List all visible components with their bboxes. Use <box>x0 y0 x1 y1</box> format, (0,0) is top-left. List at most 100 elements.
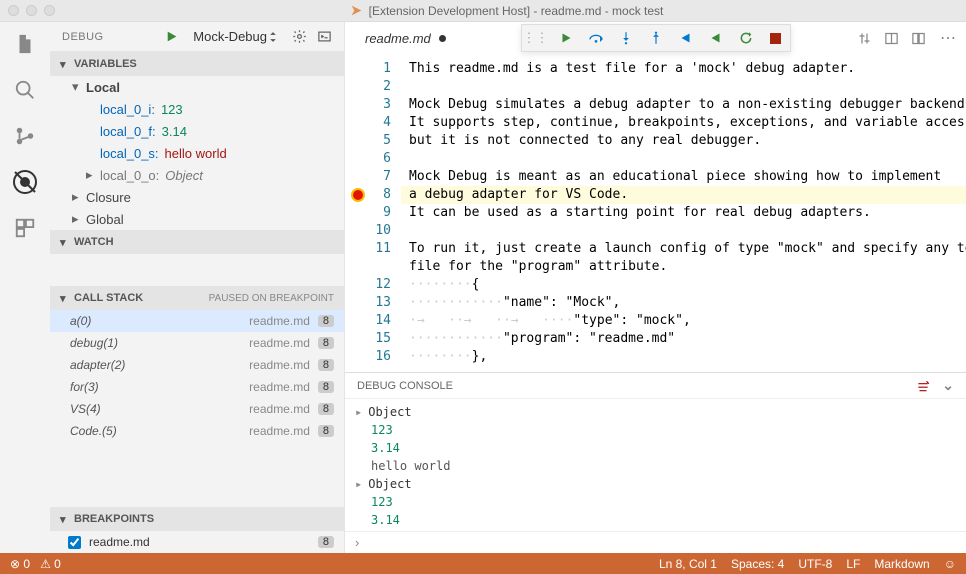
stack-frame[interactable]: for(3)readme.md8 <box>50 376 344 398</box>
start-debugging-button[interactable] <box>165 30 178 43</box>
stack-frame[interactable]: debug(1)readme.md8 <box>50 332 344 354</box>
section-variables-header[interactable]: ▾ VARIABLES <box>50 52 344 76</box>
variable-row[interactable]: local_0_s: hello world <box>50 142 344 164</box>
gutter-line[interactable]: 15 <box>345 330 391 348</box>
variable-row[interactable]: ▸local_0_o: Object <box>50 164 344 186</box>
status-warnings[interactable]: ⚠ 0 <box>40 557 61 571</box>
gutter-line[interactable]: 8 <box>345 186 391 204</box>
code-line[interactable] <box>401 222 966 240</box>
compare-icon[interactable] <box>857 31 872 46</box>
gutter-line[interactable]: 1 <box>345 60 391 78</box>
variable-row[interactable]: local_0_i: 123 <box>50 98 344 120</box>
status-encoding[interactable]: UTF-8 <box>798 557 832 571</box>
code-line[interactable]: ········{ <box>401 276 966 294</box>
console-row[interactable]: ▸Object <box>355 475 956 493</box>
gutter-line[interactable]: 16 <box>345 348 391 366</box>
code-line[interactable]: file for the "program" attribute. <box>401 258 966 276</box>
code-line[interactable]: ········}, <box>401 348 966 366</box>
restart-button[interactable] <box>738 31 754 45</box>
extensions-icon[interactable] <box>11 214 39 242</box>
console-row[interactable]: 3.14 <box>355 511 956 529</box>
maximize-window-icon[interactable] <box>44 5 55 16</box>
console-row[interactable]: ▸Object <box>355 403 956 421</box>
stack-frame[interactable]: Code.(5)readme.md8 <box>50 420 344 442</box>
split-editor-icon[interactable] <box>884 31 899 46</box>
console-row[interactable]: 3.14 <box>355 439 956 457</box>
scope-global[interactable]: ▸Global <box>50 208 344 230</box>
gutter-line[interactable]: 11 <box>345 240 391 258</box>
explorer-icon[interactable] <box>11 30 39 58</box>
gutter-line[interactable]: 2 <box>345 78 391 96</box>
stack-frame[interactable]: adapter(2)readme.md8 <box>50 354 344 376</box>
drag-handle-icon[interactable]: ⋮⋮ <box>528 30 544 46</box>
code-line[interactable]: To run it, just create a launch config o… <box>401 240 966 258</box>
code-line[interactable]: Mock Debug simulates a debug adapter to … <box>401 96 966 114</box>
gutter-line[interactable]: 14 <box>345 312 391 330</box>
console-input[interactable]: › <box>345 531 966 553</box>
code-line[interactable]: This readme.md is a test file for a 'moc… <box>401 60 966 78</box>
stop-button[interactable] <box>768 33 784 44</box>
tab-readme[interactable]: readme.md <box>353 23 458 53</box>
stack-frame[interactable]: VS(4)readme.md8 <box>50 398 344 420</box>
status-indent[interactable]: Spaces: 4 <box>731 557 784 571</box>
status-language[interactable]: Markdown <box>874 557 929 571</box>
gutter-line[interactable]: 5 <box>345 132 391 150</box>
clear-console-icon[interactable] <box>916 379 930 393</box>
step-out-button[interactable] <box>648 31 664 45</box>
gutter-line[interactable]: 12 <box>345 276 391 294</box>
gear-icon[interactable] <box>292 29 307 44</box>
status-errors[interactable]: ⊗ 0 <box>10 557 30 571</box>
gutter-line[interactable]: 9 <box>345 204 391 222</box>
debug-icon[interactable] <box>11 168 39 196</box>
code-line[interactable]: ············"name": "Mock", <box>401 294 966 312</box>
code-line[interactable]: ············"program": "readme.md" <box>401 330 966 348</box>
code-line[interactable]: a debug adapter for VS Code. <box>401 186 966 204</box>
stack-frame[interactable]: a(0)readme.md8 <box>50 310 344 332</box>
code-line[interactable]: It supports step, continue, breakpoints,… <box>401 114 966 132</box>
code-line[interactable]: It can be used as a starting point for r… <box>401 204 966 222</box>
gutter-line[interactable]: 3 <box>345 96 391 114</box>
reverse-button[interactable] <box>708 32 724 44</box>
gutter-line[interactable]: 4 <box>345 114 391 132</box>
breakpoint-icon[interactable] <box>353 190 363 200</box>
variable-row[interactable]: local_0_f: 3.14 <box>50 120 344 142</box>
gutter-line[interactable]: 6 <box>345 150 391 168</box>
gutter-line[interactable]: 13 <box>345 294 391 312</box>
continue-button[interactable] <box>558 32 574 44</box>
chevron-down-icon[interactable]: ⌄ <box>942 377 954 394</box>
close-window-icon[interactable] <box>8 5 19 16</box>
minimize-window-icon[interactable] <box>26 5 37 16</box>
step-into-button[interactable] <box>618 31 634 45</box>
breakpoint-row[interactable]: readme.md8 <box>50 531 344 553</box>
gutter-line[interactable]: 7 <box>345 168 391 186</box>
layout-icon[interactable] <box>911 31 926 46</box>
more-actions-icon[interactable]: ⋯ <box>938 28 958 48</box>
search-icon[interactable] <box>11 76 39 104</box>
step-over-button[interactable] <box>588 31 604 45</box>
scope-closure[interactable]: ▸Closure <box>50 186 344 208</box>
console-row[interactable]: 123 <box>355 421 956 439</box>
gutter-line[interactable]: 10 <box>345 222 391 240</box>
window-controls[interactable] <box>8 5 55 16</box>
feedback-icon[interactable]: ☺ <box>944 557 956 571</box>
code-line[interactable]: ·→ ··→ ··→ ····"type": "mock", <box>401 312 966 330</box>
code-line[interactable] <box>401 78 966 96</box>
debug-config-select[interactable]: Mock-Debug <box>188 27 282 46</box>
debug-toolbar[interactable]: ⋮⋮ <box>521 24 791 52</box>
section-callstack-header[interactable]: ▾ CALL STACK PAUSED ON BREAKPOINT <box>50 286 344 310</box>
step-back-button[interactable] <box>678 32 694 44</box>
code-line[interactable]: Mock Debug is meant as an educational pi… <box>401 168 966 186</box>
code-line[interactable]: but it is not connected to any real debu… <box>401 132 966 150</box>
status-cursor[interactable]: Ln 8, Col 1 <box>659 557 717 571</box>
scope-local[interactable]: ▾Local <box>50 76 344 98</box>
code-line[interactable] <box>401 150 966 168</box>
scm-icon[interactable] <box>11 122 39 150</box>
section-breakpoints-header[interactable]: ▾ BREAKPOINTS <box>50 507 344 531</box>
breakpoint-checkbox[interactable] <box>68 536 81 549</box>
section-watch-header[interactable]: ▾ WATCH <box>50 230 344 254</box>
editor[interactable]: 12345678910111213141516 This readme.md i… <box>345 54 966 372</box>
gutter-line[interactable] <box>345 258 391 276</box>
debug-console-toggle-icon[interactable] <box>317 29 332 44</box>
console-row[interactable]: hello world <box>355 457 956 475</box>
console-row[interactable]: 123 <box>355 493 956 511</box>
